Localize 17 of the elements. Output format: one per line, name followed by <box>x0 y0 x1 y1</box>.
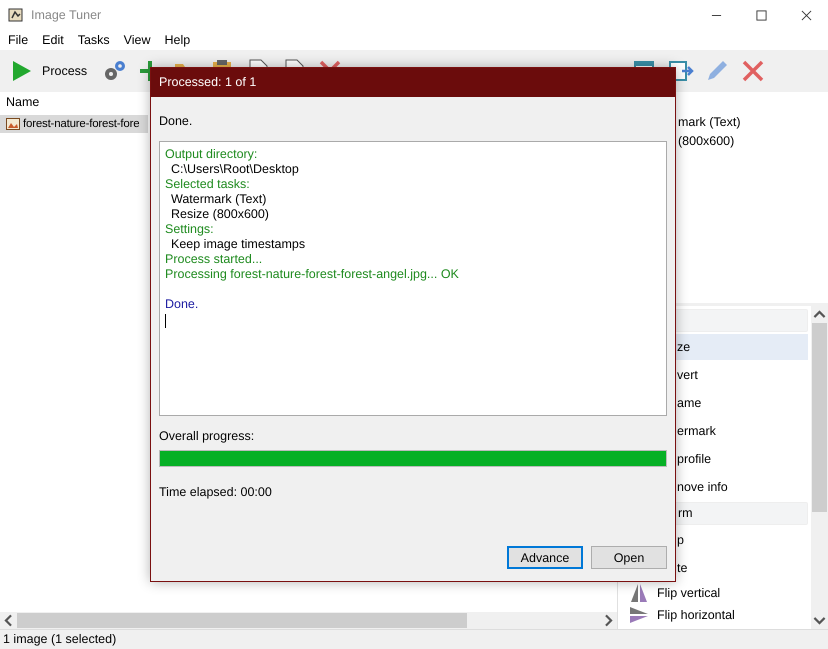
elapsed-time: Time elapsed: 00:00 <box>159 485 273 499</box>
dialog-message: Done. <box>159 114 194 130</box>
file-name: forest-nature-forest-fore <box>23 118 140 130</box>
log-line: Keep image timestamps <box>170 237 306 252</box>
log-line: Process started... <box>165 252 264 267</box>
log-line: Settings: <box>165 222 215 237</box>
status-bar: 1 image (1 selected) <box>0 629 828 649</box>
log-line: Watermark (Text) <box>170 192 268 207</box>
log-line: Output directory: <box>165 147 258 162</box>
dialog-title: Processed: 1 of 1 <box>151 68 675 97</box>
log-line: C:\Users\Root\Desktop <box>170 162 300 177</box>
log-line: Resize (800x600) <box>170 207 270 222</box>
progress-label: Overall progress: <box>159 429 256 443</box>
window-title: Image Tuner <box>31 8 102 22</box>
log-line: Processing forest-nature-forest-forest-angel.jpg... OK <box>165 267 460 282</box>
log-line: Selected tasks: <box>165 177 251 192</box>
log-line: Done. <box>165 297 200 312</box>
